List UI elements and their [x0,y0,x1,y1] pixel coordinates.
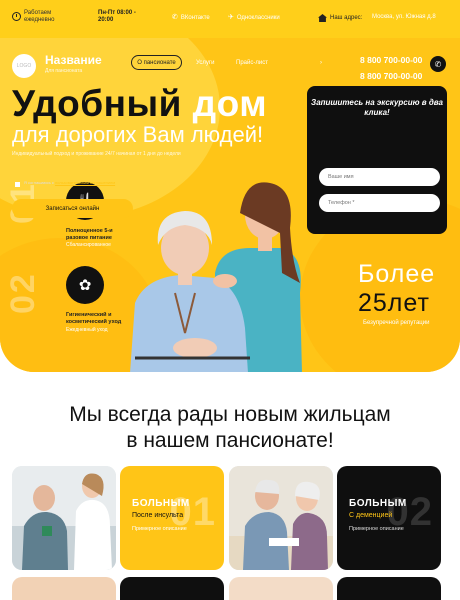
hero-title-part1: Удобный [12,83,182,124]
card-stroke[interactable]: 01 БОЛЬНЫМ После инсульта Примерное опис… [120,466,224,570]
phone-2[interactable]: 8 800 700-00-00 [360,68,422,84]
consent-link[interactable]: пользовательским соглашением [55,180,115,185]
consent-text: Я соглашаюсь с пользовательским соглашен… [24,180,132,185]
card-dementia-note: Примерное описание [349,526,404,532]
form-title: Запишитесь на экскурсию в два клика! [311,98,443,118]
phone-icon: ✆ [434,59,442,69]
phone-call-button[interactable]: ✆ [430,56,446,72]
vk-icon: ✆ [172,14,178,21]
phone-1[interactable]: 8 800 700-00-00 [360,52,422,68]
section-title-line1: Мы всегда рады новым жильцам [69,403,391,426]
top-bar: Работаем ежедневно Пн-Пт 08:00 - 20:00 ✆… [0,0,460,38]
booking-form: Запишитесь на экскурсию в два клика! [307,86,447,234]
games-photo [229,466,333,570]
nav-price[interactable]: Прайс-лист [236,55,268,70]
address: Наш адрес: [318,14,362,22]
social-ok-label: Одноклассники [236,14,280,21]
brand-subtitle: Для пансионата [45,68,83,74]
therapy-photo [12,466,116,570]
address-value-wrap: Москва, ул. Южная д.8 [372,14,436,21]
phone-input[interactable] [319,194,440,212]
card-4[interactable] [337,577,441,600]
brand-name[interactable]: Название [45,53,102,67]
consent-checkbox[interactable] [15,182,20,187]
ok-icon: ✈ [228,14,234,21]
section-title: Мы всегда рады новым жильцам в нашем пан… [0,402,460,455]
card-dementia-title: БОЛЬНЫМ [349,498,407,509]
photo-card-therapy[interactable] [12,466,116,570]
address-label: Наш адрес: [330,14,363,21]
nav-more-icon[interactable]: › [320,55,322,70]
photo-card-3[interactable] [12,577,116,600]
section-title-line2: в нашем пансионате! [126,429,334,453]
nav-about[interactable]: О пансионате [131,55,182,70]
social-link-ok[interactable]: ✈ Одноклассники [228,14,280,22]
social-vk-label: ВКонтакте [180,14,210,21]
address-value: Москва, ул. Южная д.8 [372,14,436,20]
stat-line1: Более [358,260,436,288]
house-icon [318,14,327,22]
hours-value-wrap: Пн-Пт 08:00 - 20:00 [98,10,148,24]
submit-button[interactable]: Записаться онлайн [12,199,133,218]
card-dementia-sub: С деменцией [349,512,393,519]
card-dementia[interactable]: 02 БОЛЬНЫМ С деменцией Примерное описани… [337,466,441,570]
hero-section: LOGO Название Для пансионата О пансионат… [0,38,460,372]
logo[interactable]: LOGO [12,54,36,78]
consent-label: Я соглашаюсь с [24,180,54,185]
card-stroke-note: Примерное описание [132,526,187,532]
nav-services[interactable]: Услуги [196,55,214,70]
phone-numbers: 8 800 700-00-00 8 800 700-00-00 [360,52,422,84]
hours-value: Пн-Пт 08:00 - 20:00 [98,10,136,23]
card-3[interactable] [120,577,224,600]
hero-title-line2: для дорогих Вам людей! [12,122,264,147]
photo-card-games[interactable] [229,466,333,570]
social-link-vk[interactable]: ✆ ВКонтакте [172,14,210,22]
experience-stat: Более 25лет [358,260,435,318]
hero-title: Удобный дом [12,83,267,125]
photo-card-4[interactable] [229,577,333,600]
card-stroke-sub: После инсульта [132,512,184,519]
working-hours: Работаем ежедневно [12,10,58,24]
hours-label: Работаем ежедневно [24,10,55,23]
card-stroke-title: БОЛЬНЫМ [132,498,190,509]
stat-subtitle: Безупречной репутации [363,320,430,326]
care-icon: ✿ [66,266,104,304]
name-input[interactable] [319,168,440,186]
clock-icon [12,12,21,22]
hero-title-highlight: дом [192,83,268,124]
feature-number-2: 02 [4,272,42,314]
stat-line2: 25лет [358,288,430,317]
